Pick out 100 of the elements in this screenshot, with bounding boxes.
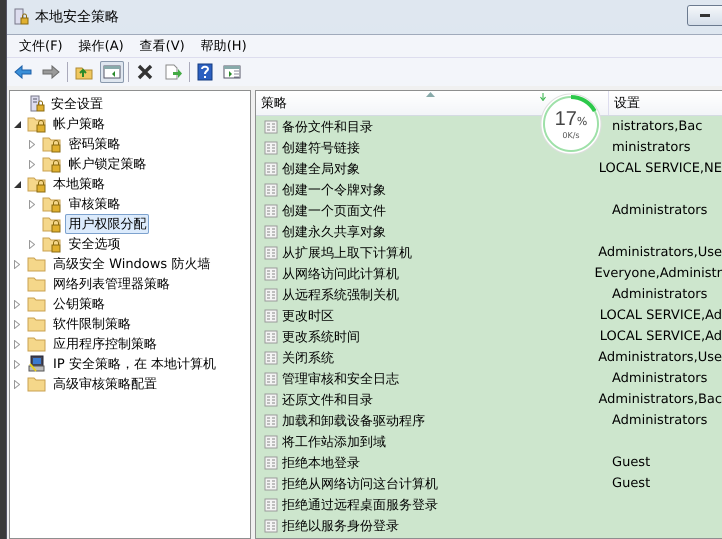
usage-meter-ring[interactable] (540, 93, 602, 155)
security-setting: Administrators,Use (597, 245, 722, 260)
policy-name[interactable]: 拒绝以服务身份登录 (282, 516, 399, 534)
usage-percent: 17 (554, 108, 577, 131)
security-setting: Administrators (611, 203, 708, 218)
minimize-button[interactable] (687, 5, 722, 26)
tree-item[interactable]: 高级审核策略配置 (50, 374, 160, 394)
tree-item[interactable]: 用户权限分配 (65, 214, 150, 234)
menu-item[interactable]: 查看(V) (132, 35, 193, 57)
security-setting: Guest (611, 455, 650, 470)
policy-icon (264, 266, 278, 280)
policy-icon (264, 288, 278, 302)
tree-item[interactable]: 审核策略 (65, 194, 124, 214)
tree-item[interactable]: 网络列表管理器策略 (50, 274, 173, 294)
policy-name[interactable]: 备份文件和目录 (282, 118, 373, 136)
policy-icon (264, 456, 278, 470)
policy-name[interactable]: 关闭系统 (282, 348, 334, 366)
tree-item[interactable]: 安全选项 (65, 234, 124, 254)
column-header[interactable]: 策略 (256, 91, 316, 115)
policy-name[interactable]: 创建一个页面文件 (282, 202, 386, 220)
folder-icon (27, 315, 47, 333)
security-settings-icon (29, 95, 45, 113)
show-tree-button[interactable] (100, 61, 124, 83)
download-arrow-icon (540, 93, 546, 101)
security-setting: Everyone,Administr (593, 266, 722, 281)
folder-icon (27, 275, 47, 293)
menu-item[interactable]: 帮助(H) (192, 35, 255, 57)
policy-name[interactable]: 拒绝从网络访问这台计算机 (282, 474, 438, 492)
policy-name[interactable]: 更改系统时间 (282, 328, 360, 346)
policy-icon (264, 140, 278, 154)
security-setting: Administrators (611, 287, 708, 302)
tree-item[interactable]: 安全设置 (48, 94, 106, 114)
expand-arrow-icon[interactable] (29, 140, 36, 148)
policy-icon (264, 414, 278, 428)
locked-folder-icon (27, 175, 47, 193)
policy-icon (264, 498, 278, 512)
menu-item[interactable]: 操作(A) (70, 35, 132, 57)
sort-arrow-icon (426, 92, 435, 97)
policy-name[interactable]: 从网络访问此计算机 (282, 264, 399, 282)
tree-item[interactable]: 应用程序控制策略 (50, 334, 160, 354)
expand-arrow-icon[interactable] (14, 300, 20, 308)
tree-item[interactable]: 密码策略 (65, 134, 124, 154)
policy-icon (264, 224, 278, 238)
locked-folder-icon (42, 155, 62, 173)
policy-icon (264, 308, 278, 322)
policy-name[interactable]: 从远程系统强制关机 (282, 286, 399, 304)
policy-name[interactable]: 创建符号链接 (282, 138, 360, 156)
folder-icon (27, 255, 47, 273)
policy-name[interactable]: 管理审核和安全日志 (282, 370, 399, 388)
security-setting: Administrators (611, 413, 708, 428)
policy-name[interactable]: 创建全局对象 (282, 160, 360, 178)
policy-name[interactable]: 加载和卸载设备驱动程序 (282, 412, 425, 430)
security-setting: LOCAL SERVICE,NE (598, 161, 722, 176)
download-speed: 0K/s (562, 131, 580, 140)
policy-icon (264, 162, 278, 176)
tree-item[interactable]: 帐户锁定策略 (65, 154, 150, 174)
tree-item[interactable]: 帐户策略 (50, 114, 108, 134)
expand-arrow-icon[interactable] (29, 240, 36, 248)
tree-item[interactable]: IP 安全策略，在 本地计算机 (50, 354, 219, 374)
policy-icon (264, 350, 278, 364)
policy-name[interactable]: 将工作站添加到域 (282, 432, 386, 450)
policy-icon (264, 120, 278, 134)
locked-folder-icon (42, 235, 62, 253)
policy-icon (264, 204, 278, 218)
policy-name[interactable]: 更改时区 (282, 306, 334, 324)
tree-item[interactable]: 软件限制策略 (50, 314, 134, 334)
folder-icon (27, 295, 47, 313)
policy-name[interactable]: 创建永久共享对象 (282, 222, 386, 240)
tree-item[interactable]: 公钥策略 (50, 294, 108, 314)
expand-arrow-icon[interactable] (14, 340, 20, 348)
tree-item[interactable]: 高级安全 Windows 防火墙 (50, 254, 214, 274)
security-setting: LOCAL SERVICE,Ad (598, 308, 722, 323)
collapse-arrow-icon[interactable] (14, 120, 20, 128)
locked-folder-icon (42, 195, 62, 213)
security-setting: nistrators,Bac (611, 119, 702, 134)
policy-name[interactable]: 还原文件和目录 (282, 390, 373, 408)
menu-item[interactable]: 文件(F) (11, 35, 71, 57)
app-icon (13, 8, 29, 26)
security-setting: Administrators (611, 371, 708, 386)
policy-icon (264, 434, 278, 448)
expand-arrow-icon[interactable] (14, 320, 20, 328)
expand-arrow-icon[interactable] (29, 200, 36, 208)
policy-name[interactable]: 拒绝本地登录 (282, 454, 360, 472)
locked-folder-icon (27, 115, 47, 133)
expand-arrow-icon[interactable] (14, 360, 20, 368)
locked-folder-icon (42, 135, 62, 153)
tree-item[interactable]: 本地策略 (50, 174, 108, 194)
policy-name[interactable]: 创建一个令牌对象 (282, 180, 386, 198)
expand-arrow-icon[interactable] (14, 260, 20, 268)
policy-name[interactable]: 拒绝通过远程桌面服务登录 (282, 496, 438, 514)
policy-icon (264, 246, 278, 260)
column-header[interactable]: 设置 (609, 91, 640, 115)
expand-arrow-icon[interactable] (14, 380, 20, 388)
policy-name[interactable]: 从扩展坞上取下计算机 (282, 244, 412, 262)
policy-icon (264, 182, 278, 196)
expand-arrow-icon[interactable] (29, 160, 36, 168)
policy-icon (264, 392, 278, 406)
security-setting: ministrators (611, 140, 690, 155)
collapse-arrow-icon[interactable] (14, 180, 20, 188)
policy-icon (264, 476, 278, 490)
